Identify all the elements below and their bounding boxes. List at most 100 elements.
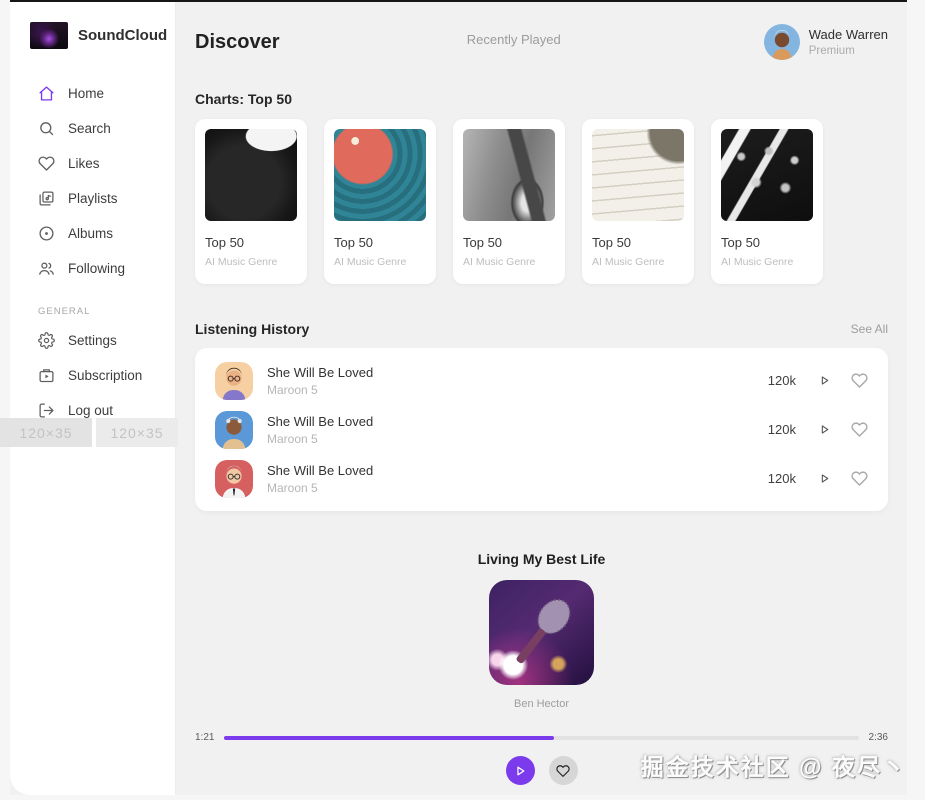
album-art-sheet-music: [592, 129, 684, 221]
sidebar-item-label: Search: [68, 121, 111, 136]
see-all-link[interactable]: See All: [851, 322, 888, 336]
card-title: Top 50: [334, 235, 374, 250]
top50-card[interactable]: Top 50 AI Music Genre: [582, 119, 694, 284]
sidebar-item-likes[interactable]: Likes: [10, 146, 175, 181]
sidebar-item-albums[interactable]: Albums: [10, 216, 175, 251]
album-art-teal-vinyl: [334, 129, 426, 221]
sidebar-item-playlists[interactable]: Playlists: [10, 181, 175, 216]
app-logo-title: SoundCloud: [78, 27, 168, 44]
sidebar-item-label: Albums: [68, 226, 114, 241]
progress-row: 1:21 2:36: [195, 732, 888, 743]
album-art-guitar: [463, 129, 555, 221]
albums-icon: [38, 225, 55, 242]
card-title: Top 50: [463, 235, 503, 250]
play-icon[interactable]: [818, 423, 831, 436]
search-icon: [38, 120, 55, 137]
card-title: Top 50: [721, 235, 761, 250]
seek-bar[interactable]: [224, 735, 859, 740]
now-playing-title: Living My Best Life: [477, 551, 606, 567]
history-header: Listening History See All: [195, 321, 888, 337]
sidebar: SoundCloud Home Search Likes Playlists A…: [0, 2, 178, 795]
sidebar-item-search[interactable]: Search: [10, 111, 175, 146]
album-art-black-vinyl: [205, 129, 297, 221]
sidebar-nav: Home Search Likes Playlists Albums Follo…: [10, 76, 175, 428]
user-profile-chip[interactable]: Wade Warren Premium: [763, 24, 888, 60]
track-title: She Will Be Loved: [267, 413, 374, 429]
settings-icon: [38, 332, 55, 349]
history-heading: Listening History: [195, 321, 310, 337]
sidebar-item-label: Following: [68, 261, 126, 276]
play-count: 120k: [767, 471, 796, 486]
total-time: 2:36: [868, 732, 888, 743]
page-header: Discover Recently Played Wade Warren Pre…: [195, 2, 888, 60]
card-title: Top 50: [205, 235, 245, 250]
play-count: 120k: [767, 373, 796, 388]
heart-icon[interactable]: [851, 470, 868, 487]
now-playing-art: [489, 580, 594, 685]
now-playing-artist: Ben Hector: [513, 698, 570, 710]
logout-icon: [38, 402, 55, 419]
sidebar-item-following[interactable]: Following: [10, 251, 175, 286]
app-logo-image: [30, 22, 68, 49]
recently-played-tab[interactable]: Recently Played: [467, 32, 561, 47]
app-logo: SoundCloud: [10, 2, 175, 49]
app-frame: SoundCloud Home Search Likes Playlists A…: [0, 0, 907, 795]
track-artist: Maroon 5: [267, 431, 318, 446]
album-art-mixer: [721, 129, 813, 221]
track-artist: Maroon 5: [267, 382, 318, 397]
playlists-icon: [38, 190, 55, 207]
track-title: She Will Be Loved: [267, 364, 374, 380]
play-button[interactable]: [505, 756, 535, 785]
card-subtitle: AI Music Genre: [205, 256, 278, 268]
sidebar-item-label: Settings: [68, 333, 117, 348]
user-plan-badge: Premium: [808, 45, 855, 57]
card-subtitle: AI Music Genre: [334, 256, 407, 268]
sidebar-item-label: Home: [68, 86, 105, 101]
play-icon[interactable]: [818, 374, 831, 387]
page-title: Discover: [195, 30, 280, 53]
sidebar-item-label: Likes: [68, 156, 100, 171]
main-content: Discover Recently Played Wade Warren Pre…: [176, 2, 907, 795]
charts-heading: Charts: Top 50: [195, 91, 292, 107]
track-row[interactable]: She Will Be Loved Maroon 5 120k: [215, 356, 868, 405]
card-title: Top 50: [592, 235, 632, 250]
ad-placeholder: 120×35: [96, 418, 178, 447]
sidebar-section-label: GENERAL: [38, 306, 91, 317]
track-title: She Will Be Loved: [267, 462, 374, 478]
heart-icon[interactable]: [851, 372, 868, 389]
track-artist: Maroon 5: [267, 480, 318, 495]
top50-card[interactable]: Top 50 AI Music Genre: [453, 119, 565, 284]
sidebar-item-home[interactable]: Home: [10, 76, 175, 111]
sidebar-item-label: Log out: [68, 403, 114, 418]
elapsed-time: 1:21: [195, 732, 215, 743]
ad-placeholder: 120×35: [0, 418, 92, 447]
play-count: 120k: [767, 422, 796, 437]
card-subtitle: AI Music Genre: [463, 256, 536, 268]
sidebar-item-subscription[interactable]: Subscription: [10, 358, 175, 393]
sidebar-item-label: Playlists: [68, 191, 118, 206]
track-row[interactable]: She Will Be Loved Maroon 5 120k: [215, 454, 868, 503]
home-icon: [38, 85, 55, 102]
top50-card[interactable]: Top 50 AI Music Genre: [711, 119, 823, 284]
top50-card[interactable]: Top 50 AI Music Genre: [324, 119, 436, 284]
track-row[interactable]: She Will Be Loved Maroon 5 120k: [215, 405, 868, 454]
user-name: Wade Warren: [808, 27, 888, 42]
subscription-icon: [38, 367, 55, 384]
ad-placeholder-row: 120×35 120×35: [0, 418, 190, 447]
history-list: She Will Be Loved Maroon 5 120k She Will…: [195, 348, 888, 511]
following-icon: [38, 260, 55, 277]
play-icon[interactable]: [818, 472, 831, 485]
heart-icon: [38, 155, 55, 172]
seek-bar-fill: [224, 735, 555, 740]
track-avatar: [215, 361, 253, 400]
sidebar-item-settings[interactable]: Settings: [10, 323, 175, 358]
track-avatar: [215, 410, 253, 449]
top50-cards-row: Top 50 AI Music Genre Top 50 AI Music Ge…: [195, 119, 888, 284]
heart-icon[interactable]: [851, 421, 868, 438]
top50-card[interactable]: Top 50 AI Music Genre: [195, 119, 307, 284]
like-button[interactable]: [548, 756, 578, 785]
avatar: [763, 24, 800, 60]
watermark-text: 掘金技术社区 @ 夜尽丶: [640, 754, 907, 780]
card-subtitle: AI Music Genre: [592, 256, 665, 268]
track-avatar: [215, 459, 253, 498]
